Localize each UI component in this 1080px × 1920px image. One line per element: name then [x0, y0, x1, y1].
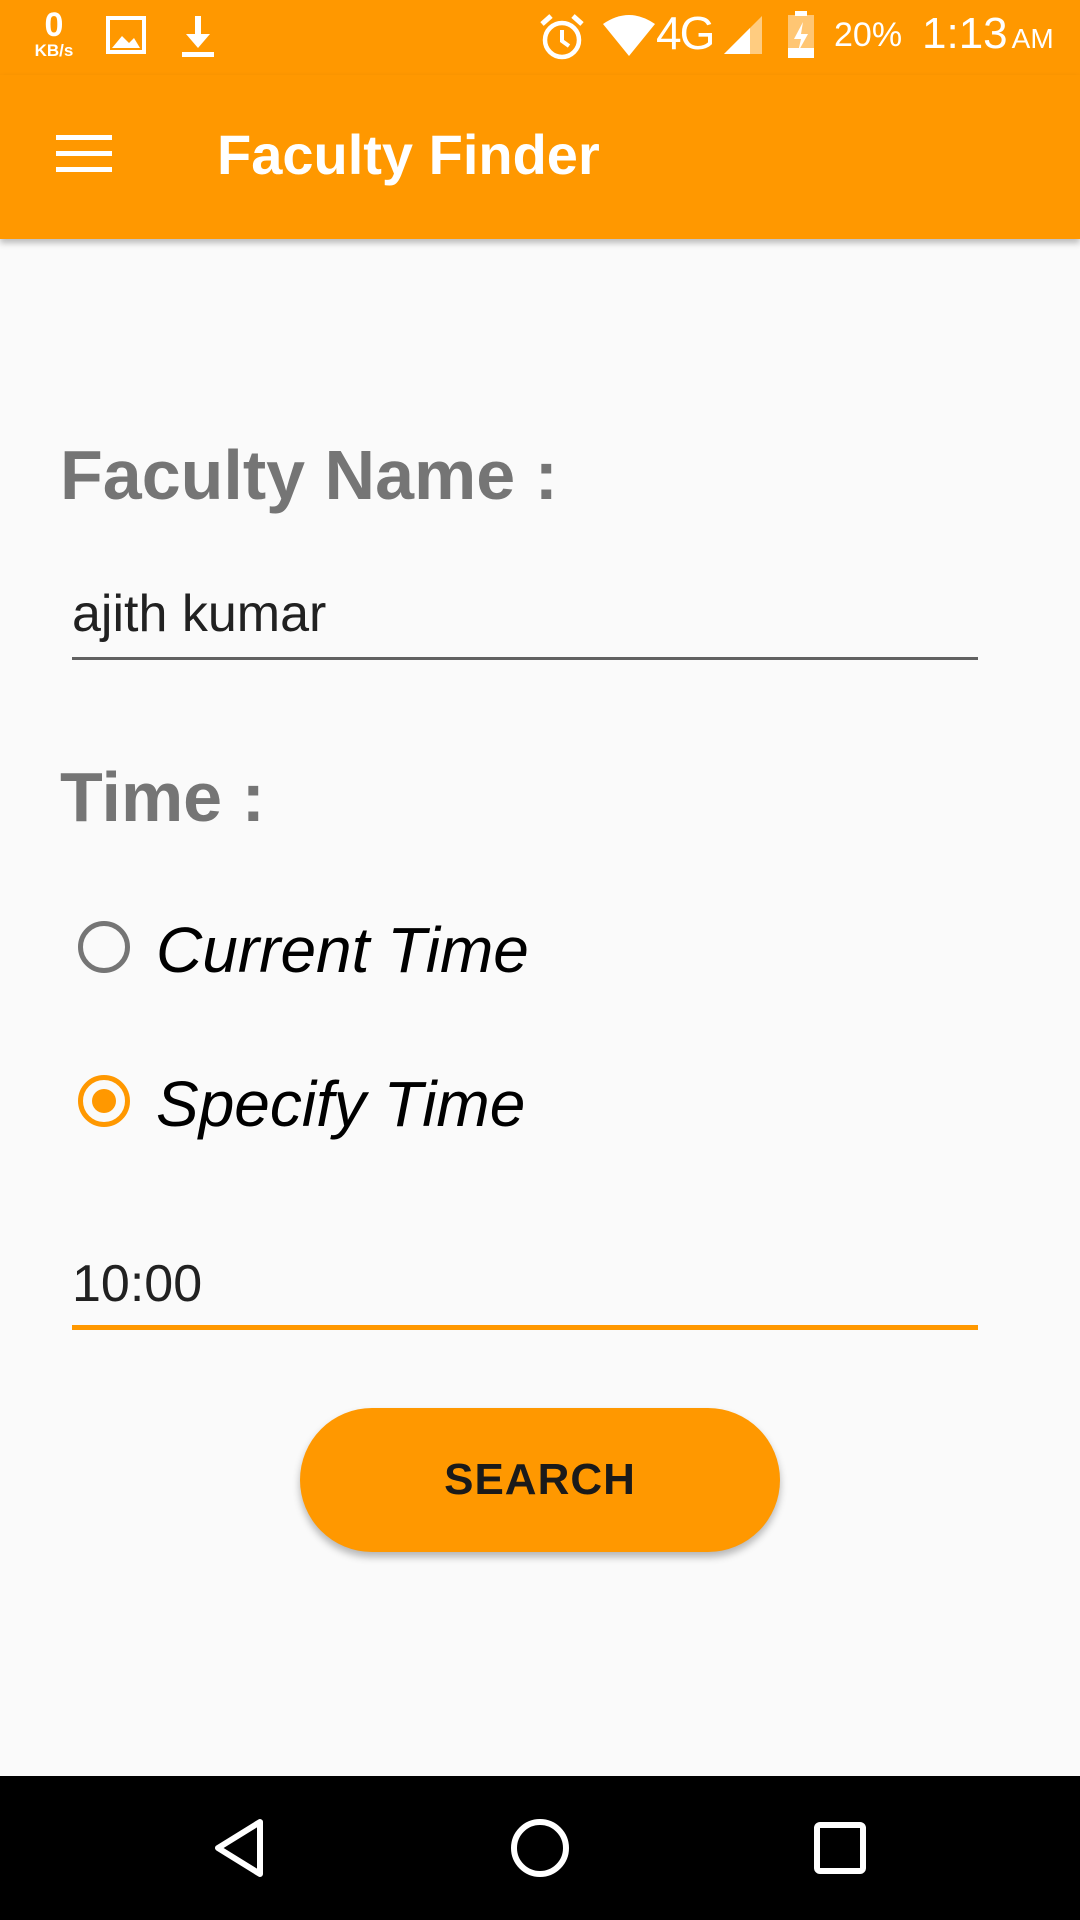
hamburger-menu-icon	[56, 135, 112, 140]
faculty-name-label: Faculty Name :	[60, 436, 558, 514]
hamburger-menu-line	[56, 167, 112, 172]
signal-icon	[720, 14, 764, 61]
navigation-bar	[0, 1776, 1080, 1920]
download-icon	[178, 14, 218, 63]
network-speed-value: 0	[44, 6, 64, 44]
home-button[interactable]	[490, 1798, 590, 1898]
radio-current-time-label[interactable]: Current Time	[156, 918, 529, 982]
home-icon	[511, 1819, 569, 1877]
radio-dot	[92, 1089, 116, 1113]
radio-unchecked-icon[interactable]	[78, 921, 130, 973]
app-bar: Faculty Finder	[0, 75, 1080, 239]
hamburger-menu-line	[56, 151, 112, 156]
time-input[interactable]: 10:00	[72, 1250, 978, 1330]
back-icon	[215, 1819, 263, 1877]
recents-button[interactable]	[790, 1798, 890, 1898]
radio-specify-time[interactable]: Specify Time	[72, 1060, 772, 1150]
recents-icon	[814, 1822, 866, 1874]
faculty-name-input[interactable]: ajith kumar	[72, 580, 978, 660]
image-icon	[106, 16, 146, 59]
search-button[interactable]: SEARCH	[300, 1408, 780, 1552]
time-label: Time :	[60, 758, 265, 836]
radio-current-time[interactable]: Current Time	[72, 906, 772, 996]
wifi-icon	[602, 14, 656, 63]
clock-ampm: AM	[1011, 23, 1054, 54]
menu-button[interactable]	[40, 117, 128, 189]
radio-checked-icon[interactable]	[78, 1075, 130, 1127]
back-button[interactable]	[190, 1798, 290, 1898]
alarm-icon	[538, 12, 586, 67]
network-speed-unit: KB/s	[34, 41, 74, 60]
network-speed: 0 KB/s	[26, 8, 82, 59]
battery-percent: 20%	[834, 16, 903, 54]
network-type: 4G	[656, 7, 715, 59]
clock-time: 1:13	[922, 9, 1008, 58]
app-title: Faculty Finder	[217, 123, 600, 186]
status-bar: 0 KB/s 4G 20% 1:13 AM	[0, 0, 1080, 75]
radio-specify-time-label[interactable]: Specify Time	[156, 1072, 525, 1136]
clock: 1:13 AM	[922, 12, 1054, 56]
battery-charging-icon	[786, 10, 816, 65]
